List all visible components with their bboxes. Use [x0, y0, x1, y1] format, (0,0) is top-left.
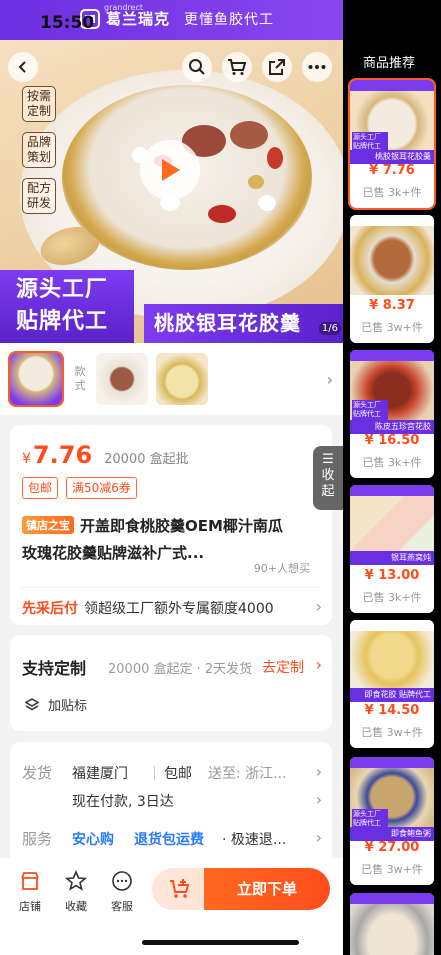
service-secure: 安心购 [72, 832, 114, 848]
product-title-line2: 玫瑰花胶羹贴牌滋补广式... [22, 544, 205, 562]
search-icon [189, 59, 205, 75]
banner-left-line1: 源头工厂 [16, 277, 109, 302]
ship-free: 包邮 [164, 766, 192, 782]
store-button[interactable]: 店铺 [10, 870, 50, 914]
cart-plus-icon [170, 879, 190, 898]
price: ¥ 7.76 20000 盒起批 [22, 441, 189, 469]
more-icon [308, 65, 326, 69]
back-button[interactable] [8, 52, 38, 82]
customize-info: 20000 盒起定 · 2天发货 [108, 662, 253, 677]
share-button[interactable] [262, 52, 292, 82]
chevron-right-icon[interactable]: › [316, 828, 322, 847]
play-button[interactable] [140, 140, 200, 200]
search-button[interactable] [182, 52, 212, 82]
star-icon [65, 869, 87, 891]
delivery-time: 现在付款, 3日达 [72, 794, 174, 810]
hero-image[interactable]: 葛兰瑞克 更懂鱼胶代工 grandrect 15:50 按需定制 品牌策划 配方… [0, 0, 343, 343]
chevron-right-icon[interactable]: › [316, 655, 322, 674]
shipping-card: 发货 福建厦门 包邮 送至: 浙江... › 现在付款, 3日达 › 服务 安心… [10, 742, 332, 872]
recommend-item[interactable]: 源头工厂 贴牌代工 即食鲍鱼粥 ¥ 27.00 已售 3w+件 [350, 757, 434, 885]
recommend-item[interactable]: 源头工厂 贴牌代工 桃胶银耳花胶羹 ¥ 7.76 已售 3k+件 [348, 78, 436, 210]
customize-link[interactable]: 去定制 [262, 657, 304, 677]
thumb-2[interactable] [96, 353, 148, 405]
style-thumbnails: 款式 › [0, 343, 343, 415]
cart-icon [228, 59, 247, 75]
banner-product-name: 桃胶银耳花胶羹 [144, 304, 343, 343]
play-icon [162, 159, 180, 181]
add-label-option[interactable]: 加贴标 [24, 695, 87, 714]
tag-custom: 按需定制 [22, 86, 56, 122]
style-label: 款式 [74, 365, 86, 392]
chevron-right-icon[interactable]: › [316, 597, 322, 616]
brand-en: grandrect [104, 3, 143, 12]
title-badge: 镇店之宝 [22, 516, 74, 534]
tag-brand: 品牌策划 [22, 132, 56, 168]
ship-label: 发货 [22, 764, 53, 782]
coupon-free-shipping[interactable]: 包邮 [22, 477, 59, 499]
product-page: 葛兰瑞克 更懂鱼胶代工 grandrect 15:50 按需定制 品牌策划 配方… [0, 0, 343, 955]
customize-card: 支持定制 20000 盒起定 · 2天发货 去定制 › 加贴标 [10, 635, 332, 731]
tag-formula: 配方研发 [22, 178, 56, 214]
banner-left: 源头工厂 贴牌代工 [0, 270, 134, 343]
recommend-title: 商品推荐 [363, 56, 416, 71]
customer-service-button[interactable]: 客服 [102, 870, 142, 914]
thumb-1[interactable] [8, 351, 64, 407]
chevron-right-icon[interactable]: › [316, 762, 322, 781]
favorite-button[interactable]: 收藏 [56, 869, 96, 914]
chevron-right-icon[interactable]: › [327, 370, 333, 389]
price-value: 7.76 [32, 441, 93, 469]
price-card: ¥ 7.76 20000 盒起批 包邮 满50减6券 镇店之宝 开盖即食桃胶羹OE… [10, 425, 332, 625]
recommend-item[interactable] [350, 893, 434, 955]
chevron-right-icon[interactable]: › [316, 790, 322, 809]
home-indicator [142, 940, 299, 945]
min-order: 20000 盒起批 [104, 452, 189, 467]
page-indicator: 1/6 [318, 322, 341, 335]
thumb-3[interactable] [156, 353, 208, 405]
menu-icon: ☰ [322, 452, 334, 467]
chevron-left-icon [18, 61, 26, 73]
banner-left-line2: 贴牌代工 [16, 309, 109, 334]
recommend-item[interactable]: 银耳燕窝炖 ¥ 13.00 已售 3k+件 [350, 485, 434, 613]
service-refund: · 极速退... [222, 832, 287, 848]
ship-destination[interactable]: 送至: 浙江... [208, 763, 287, 783]
coupon-discount[interactable]: 满50减6券 [66, 477, 137, 499]
service-return: 退货包运费 [134, 832, 204, 848]
brand-slogan: 更懂鱼胶代工 [184, 11, 275, 28]
collapse-tab[interactable]: ☰ 收 起 [313, 446, 343, 510]
share-icon [269, 59, 285, 75]
status-time: 15:50 [40, 13, 95, 33]
recommend-panel: 商品推荐 源头工厂 贴牌代工 桃胶银耳花胶羹 ¥ 7.76 已售 3k+件 ¥ … [343, 0, 441, 955]
layers-icon [24, 697, 40, 710]
more-button[interactable] [302, 52, 332, 82]
feature-tags: 按需定制 品牌策划 配方研发 [22, 86, 56, 214]
recommend-item[interactable]: ¥ 8.37 已售 3w+件 [350, 215, 434, 343]
recommend-item[interactable]: 即食花胶 贴牌代工 ¥ 14.50 已售 3w+件 [350, 620, 434, 748]
recommend-item[interactable]: 源头工厂 贴牌代工 陈皮五珍宫花胶 ¥ 16.50 已售 3k+件 [350, 350, 434, 478]
buy-now-button[interactable]: 立即下单 [204, 868, 330, 910]
price-symbol: ¥ [22, 451, 31, 467]
pay-later-row[interactable]: 先采后付 领超级工厂额外专属额度4000 [22, 598, 312, 618]
want-count: 90+人想买 [253, 562, 310, 575]
product-title-line1: 镇店之宝 开盖即食桃胶羹OEM椰汁南瓜 [22, 515, 312, 536]
store-icon [21, 872, 39, 890]
cart-button[interactable] [222, 52, 252, 82]
add-to-cart-button[interactable] [152, 868, 208, 910]
service-label: 服务 [22, 830, 53, 848]
chat-icon [112, 871, 132, 891]
customize-title: 支持定制 [22, 659, 87, 678]
divider [22, 587, 320, 588]
ship-origin: 福建厦门 [72, 766, 128, 782]
